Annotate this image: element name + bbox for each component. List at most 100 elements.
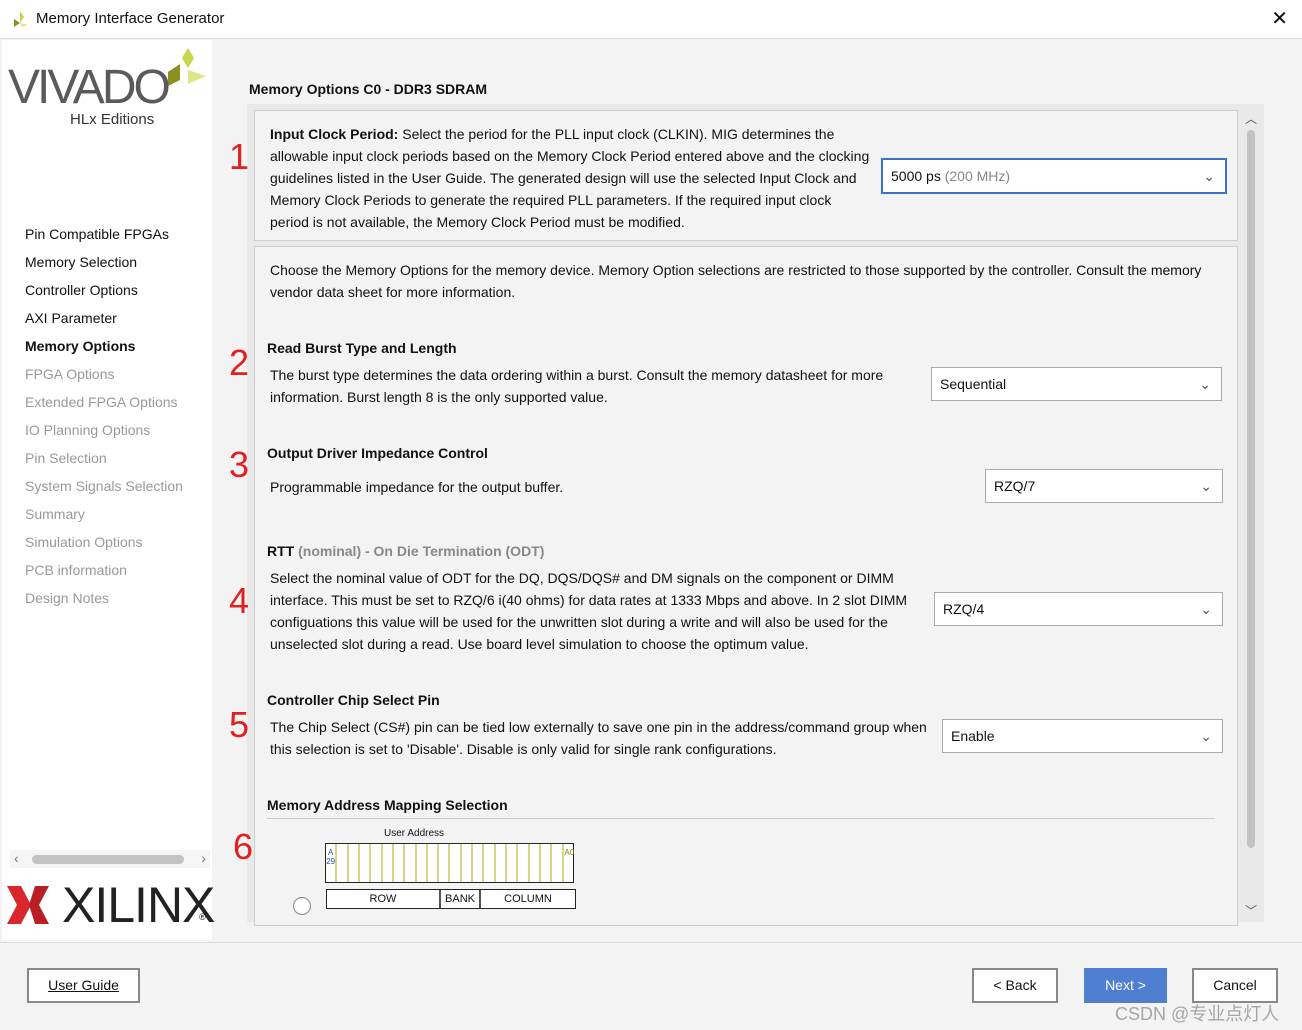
address-bit-cell xyxy=(394,844,406,882)
chevron-down-icon: ⌄ xyxy=(1199,376,1211,392)
cancel-button[interactable]: Cancel xyxy=(1192,968,1278,1003)
sidebar-item-design-notes: Design Notes xyxy=(25,590,110,606)
xilinx-logo-mark xyxy=(7,886,49,924)
sidebar-item-memory-options[interactable]: Memory Options xyxy=(25,338,135,354)
page-title: Memory Options C0 - DDR3 SDRAM xyxy=(249,81,488,97)
address-bit-cell xyxy=(530,844,542,882)
address-bit-cell xyxy=(541,844,553,882)
column-field: COLUMN xyxy=(504,893,552,905)
chip-select-select[interactable]: Enable ⌄ xyxy=(942,719,1223,753)
user-address-label: User Address xyxy=(384,828,445,839)
sidebar-item-summary: Summary xyxy=(25,506,85,522)
input-clock-description: Input Clock Period: Select the period fo… xyxy=(270,123,870,233)
sidebar-item-axi-parameter[interactable]: AXI Parameter xyxy=(25,310,117,326)
odic-text: Programmable impedance for the output bu… xyxy=(270,479,564,495)
sidebar-item-simulation-options: Simulation Options xyxy=(25,534,143,550)
rtt-title-sub: (nominal) - On Die Termination (ODT) xyxy=(298,543,545,559)
burst-text: The burst type determines the data order… xyxy=(270,367,884,405)
chevron-down-icon: ⌄ xyxy=(1200,728,1212,744)
burst-type-select[interactable]: Sequential ⌄ xyxy=(931,367,1222,401)
annotation-6: 6 xyxy=(233,826,254,867)
scrollbar-thumb[interactable] xyxy=(32,855,184,864)
user-address-bits: A29 A0 xyxy=(325,843,574,883)
annotation-1: 1 xyxy=(229,136,250,177)
xilinx-logo: XILINX xyxy=(62,877,215,933)
annotation-2: 2 xyxy=(229,342,250,383)
chevron-down-icon: ⌄ xyxy=(1200,601,1212,617)
address-bit-cell xyxy=(552,844,564,882)
mapping-radio[interactable] xyxy=(293,897,311,915)
input-clock-period-select[interactable]: 5000 ps (200 MHz) ⌄ xyxy=(881,158,1227,194)
bank-field: BANK xyxy=(441,890,481,908)
burst-title: Read Burst Type and Length xyxy=(267,340,457,356)
address-bit-cell xyxy=(518,844,530,882)
address-bit-cell xyxy=(484,844,496,882)
scroll-left-icon[interactable]: ‹ xyxy=(14,850,19,866)
address-bit-cell: A0 xyxy=(564,848,575,857)
memory-options-panel: Choose the Memory Options for the memory… xyxy=(254,246,1238,926)
close-button[interactable]: ✕ xyxy=(1271,6,1288,31)
selected-value-hint: (200 MHz) xyxy=(944,168,1011,184)
annotation-3: 3 xyxy=(229,444,250,485)
selected-value: Sequential xyxy=(940,376,1007,392)
selected-value: 5000 ps xyxy=(891,168,941,184)
sidebar-item-extended-fpga-options: Extended FPGA Options xyxy=(25,394,178,410)
title-bar: Memory Interface Generator ✕ xyxy=(0,0,1302,39)
sidebar-item-pin-compatible-fpgas[interactable]: Pin Compatible FPGAs xyxy=(25,226,169,242)
address-bit-cell xyxy=(507,844,519,882)
rtt-select[interactable]: RZQ/4 ⌄ xyxy=(934,592,1223,626)
options-scroll-area: Input Clock Period: Select the period fo… xyxy=(247,104,1264,926)
sidebar-horizontal-scrollbar[interactable]: ‹ › xyxy=(10,850,210,868)
address-fields: ROW BANK COLUMN xyxy=(326,889,576,909)
selected-value: RZQ/4 xyxy=(943,601,985,617)
address-bit-cell: A29 xyxy=(326,844,338,882)
sidebar-item-pin-selection: Pin Selection xyxy=(25,450,107,466)
intro-text: Choose the Memory Options for the memory… xyxy=(270,262,1202,300)
address-bit-cell xyxy=(337,844,349,882)
registered-mark: ® xyxy=(199,912,206,922)
sidebar-item-controller-options[interactable]: Controller Options xyxy=(25,282,138,298)
window-title: Memory Interface Generator xyxy=(36,10,225,27)
address-bit-cell xyxy=(349,844,360,882)
address-bit-cell xyxy=(473,844,485,882)
vertical-scrollbar[interactable]: ︿ ﹀ xyxy=(1242,110,1260,920)
mapping-title: Memory Address Mapping Selection xyxy=(267,797,508,813)
user-guide-button[interactable]: User Guide xyxy=(27,968,140,1003)
next-button[interactable]: Next > xyxy=(1084,968,1167,1003)
address-bit-cell xyxy=(439,844,451,882)
address-bit-cell xyxy=(417,844,428,882)
chip-select-title: Controller Chip Select Pin xyxy=(267,692,440,708)
address-bit-cell xyxy=(496,844,508,882)
address-bit-cell xyxy=(360,844,372,882)
vivado-icon xyxy=(14,11,28,27)
input-clock-label: Input Clock Period: xyxy=(270,126,399,142)
sidebar-item-memory-selection[interactable]: Memory Selection xyxy=(25,254,137,270)
selected-value: Enable xyxy=(951,728,995,744)
sidebar-item-system-signals-selection: System Signals Selection xyxy=(25,478,183,494)
back-button[interactable]: < Back xyxy=(972,968,1058,1003)
chip-select-text: The Chip Select (CS#) pin can be tied lo… xyxy=(270,719,927,757)
input-clock-panel: Input Clock Period: Select the period fo… xyxy=(254,110,1238,241)
row-field: ROW xyxy=(327,890,441,908)
annotation-5: 5 xyxy=(229,704,250,745)
sidebar: VIVADO HLx Editions Pin Compatible FPGAs… xyxy=(2,40,215,940)
annotation-4: 4 xyxy=(229,580,250,621)
address-bit-cell xyxy=(383,844,394,882)
rtt-title-main: RTT xyxy=(267,543,295,559)
address-bit-cell xyxy=(371,844,383,882)
divider xyxy=(267,818,1215,819)
scroll-right-icon[interactable]: › xyxy=(201,850,206,866)
scroll-down-icon[interactable]: ﹀ xyxy=(1245,902,1257,919)
scrollbar-thumb[interactable] xyxy=(1247,130,1255,848)
vivado-edition: HLx Editions xyxy=(70,111,155,128)
selected-value: RZQ/7 xyxy=(994,478,1036,494)
sidebar-item-fpga-options: FPGA Options xyxy=(25,366,115,382)
chevron-down-icon: ⌄ xyxy=(1200,478,1212,494)
rtt-title: RTT (nominal) - On Die Termination (ODT) xyxy=(267,543,544,559)
scroll-up-icon[interactable]: ︿ xyxy=(1245,110,1257,127)
rtt-text: Select the nominal value of ODT for the … xyxy=(270,570,908,652)
output-impedance-select[interactable]: RZQ/7 ⌄ xyxy=(985,469,1223,503)
vivado-logo: VIVADO xyxy=(8,61,171,114)
address-bit-cell xyxy=(428,844,440,882)
chevron-down-icon: ⌄ xyxy=(1203,168,1215,184)
